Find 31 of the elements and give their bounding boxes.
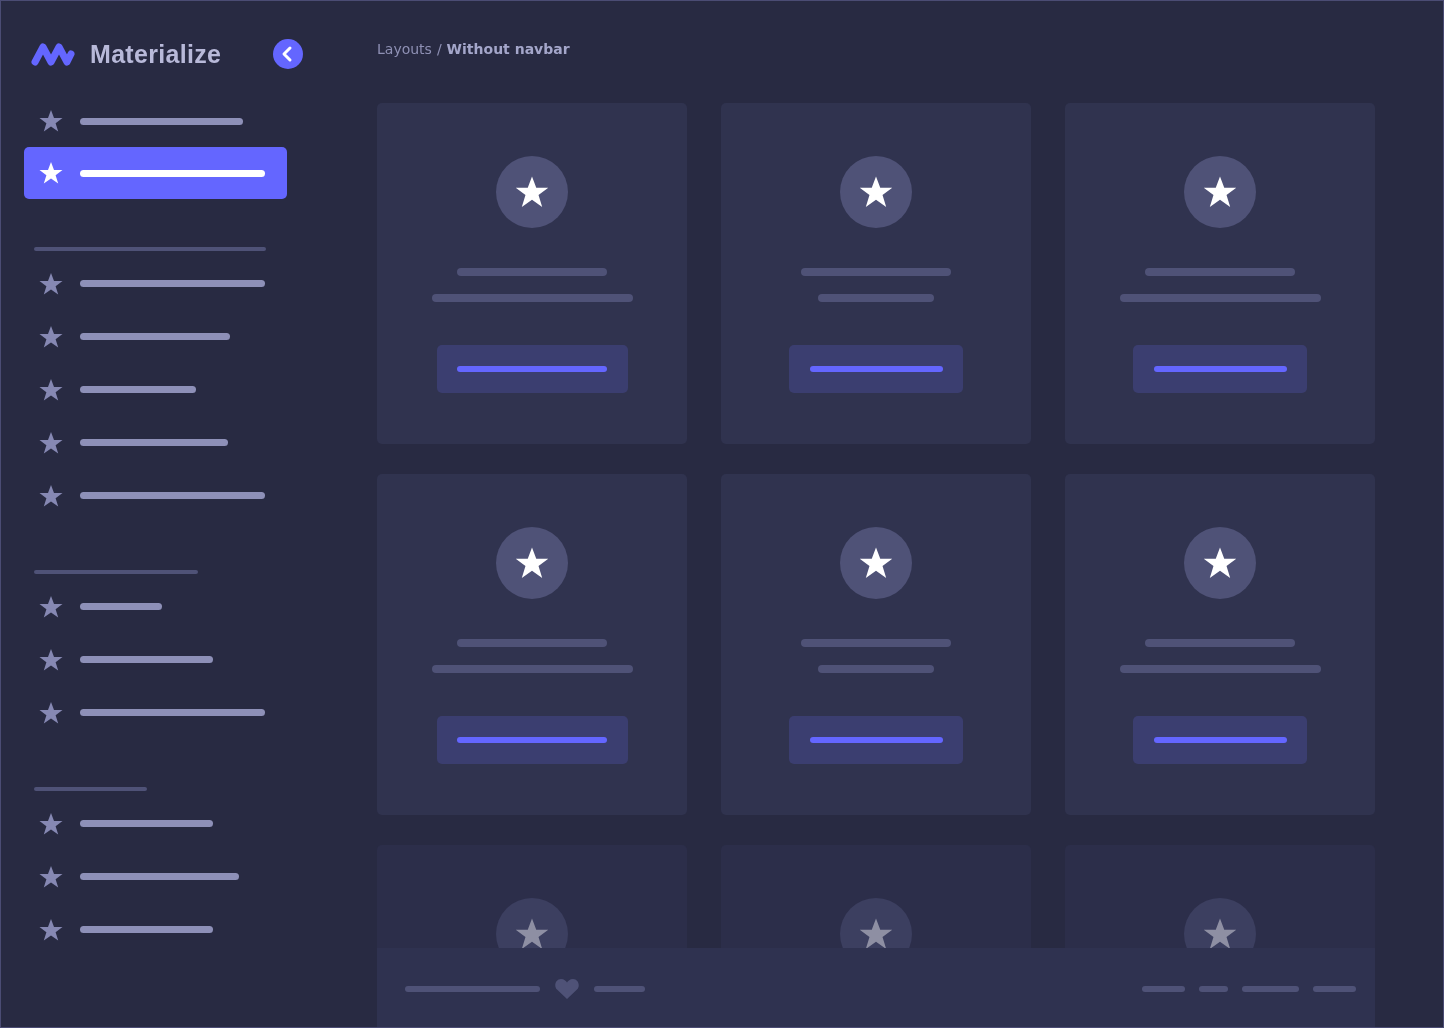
- star-icon: [39, 161, 63, 185]
- star-icon: [515, 917, 549, 951]
- star-icon: [39, 271, 63, 296]
- star-icon: [859, 917, 893, 951]
- star-icon: [39, 811, 63, 836]
- star-icon: [39, 917, 63, 942]
- star-icon: [39, 700, 63, 725]
- star-icon: [39, 109, 63, 133]
- star-icon: [39, 324, 63, 349]
- collapse-button[interactable]: [273, 39, 303, 69]
- star-icon: [515, 175, 549, 209]
- breadcrumb-separator: /: [436, 40, 442, 59]
- star-icon: [39, 864, 63, 889]
- star-icon: [39, 483, 63, 508]
- star-icon: [39, 430, 63, 455]
- star-icon: [859, 546, 893, 580]
- heart-icon: [554, 977, 580, 1001]
- star-icon: [39, 377, 63, 402]
- star-icon: [1203, 175, 1237, 209]
- breadcrumb-link[interactable]: Layouts: [377, 39, 432, 59]
- star-icon: [515, 546, 549, 580]
- star-icon: [39, 647, 63, 672]
- sidebar-item[interactable]: [24, 147, 287, 199]
- logo-icon: [31, 42, 75, 66]
- star-icon: [39, 594, 63, 619]
- star-icon: [859, 175, 893, 209]
- star-icon: [1203, 917, 1237, 951]
- star-icon: [1203, 546, 1237, 580]
- skeleton-line: [594, 986, 645, 992]
- breadcrumb-current: Without navbar: [446, 40, 570, 59]
- brand-name: Materialize: [90, 39, 223, 69]
